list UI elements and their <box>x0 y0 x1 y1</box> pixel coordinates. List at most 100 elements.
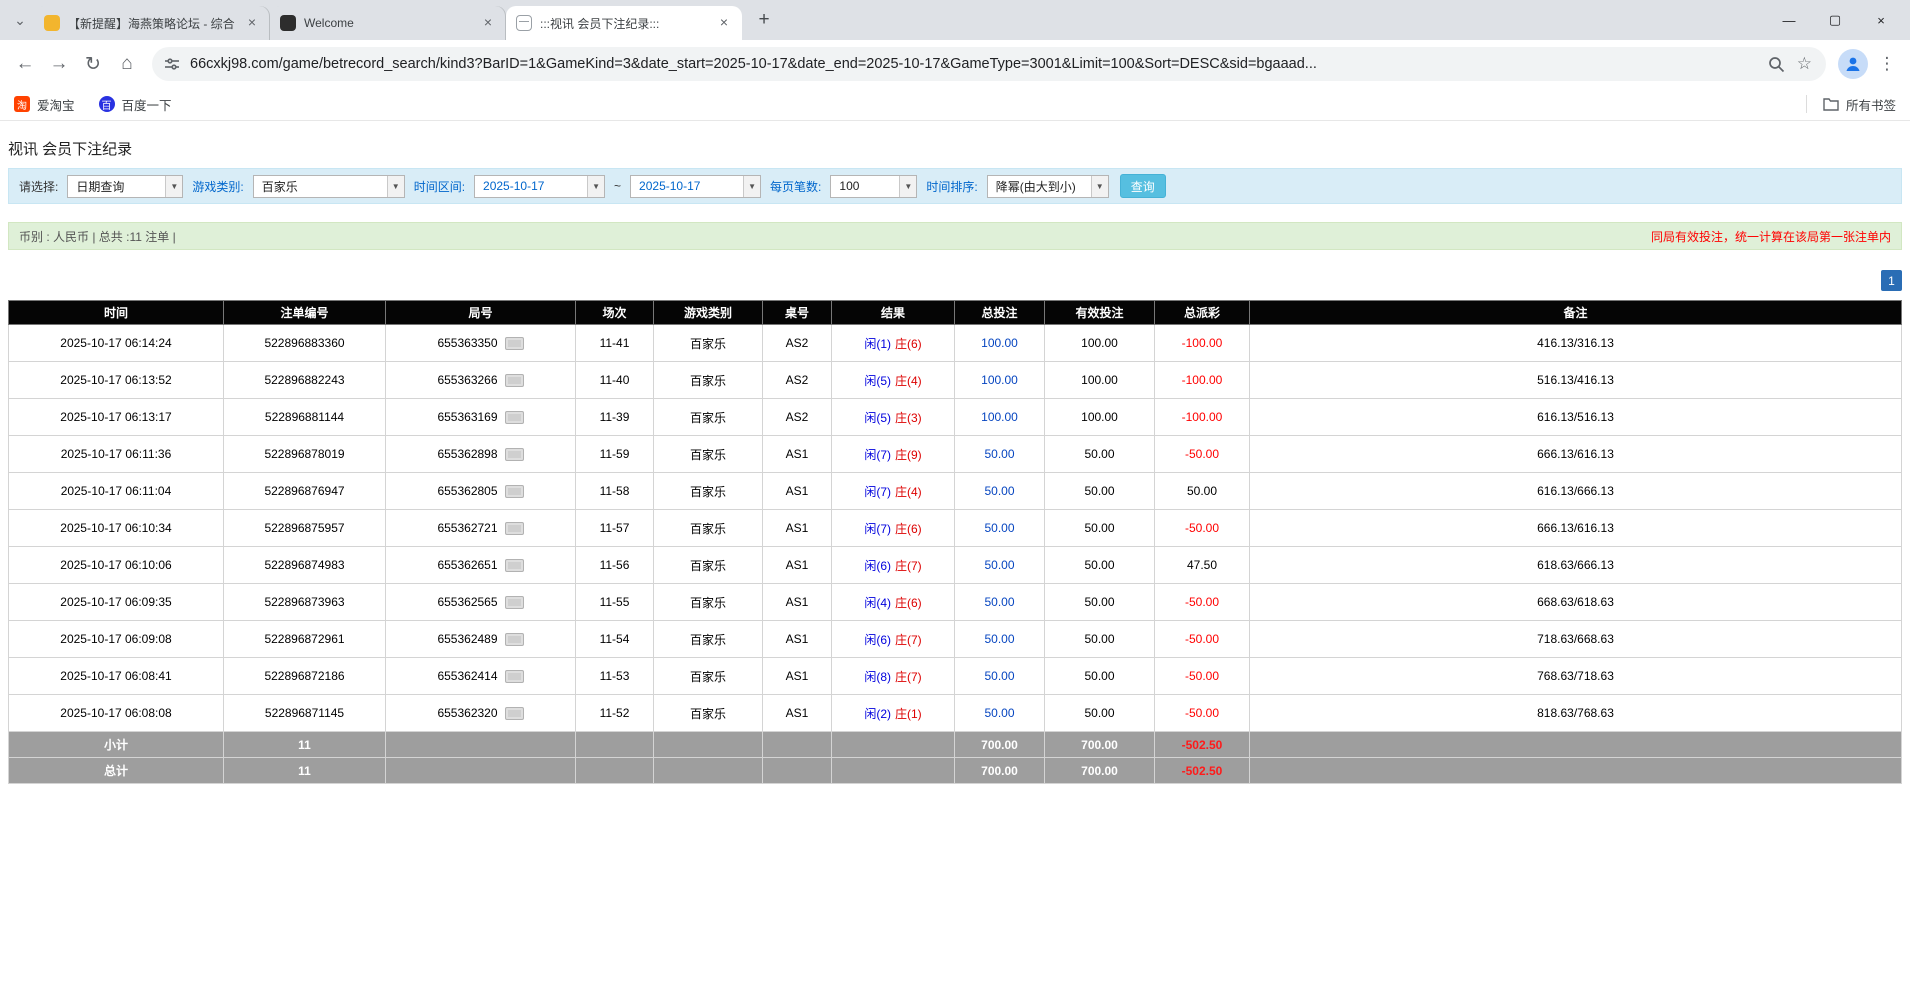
profile-avatar[interactable] <box>1838 49 1868 79</box>
round-replay-icon[interactable] <box>505 707 524 720</box>
cell-bet-id: 522896876947 <box>224 473 386 510</box>
round-replay-icon[interactable] <box>505 374 524 387</box>
tab-close-icon[interactable]: × <box>480 15 496 31</box>
dropdown-arrow-icon[interactable]: ▼ <box>587 176 604 197</box>
new-tab-button[interactable]: + <box>750 6 778 34</box>
cell-round: 655363266 <box>386 362 576 399</box>
dropdown-arrow-icon[interactable]: ▼ <box>743 176 760 197</box>
game-type-value: 百家乐 <box>254 176 387 197</box>
home-button[interactable]: ⌂ <box>110 47 144 81</box>
page-size-select[interactable]: 100 ▼ <box>830 175 917 198</box>
dropdown-arrow-icon[interactable]: ▼ <box>899 176 916 197</box>
cell-total-bet[interactable]: 100.00 <box>955 325 1045 362</box>
globe-favicon-icon <box>516 15 532 31</box>
round-replay-icon[interactable] <box>505 559 524 572</box>
cell-total-bet[interactable]: 50.00 <box>955 473 1045 510</box>
table-row: 2025-10-17 06:11:04 522896876947 6553628… <box>9 473 1902 510</box>
bookmark-taobao[interactable]: 淘 爱淘宝 <box>14 95 75 114</box>
url-text[interactable]: 66cxkj98.com/game/betrecord_search/kind3… <box>190 56 1758 72</box>
browser-menu-icon[interactable]: ⋮ <box>1872 49 1902 79</box>
cell-total-bet[interactable]: 50.00 <box>955 584 1045 621</box>
round-replay-icon[interactable] <box>505 670 524 683</box>
subtotal-payout: -502.50 <box>1155 732 1250 758</box>
round-id: 655363266 <box>437 373 497 387</box>
reload-button[interactable]: ↻ <box>76 47 110 81</box>
cell-payout: -50.00 <box>1155 436 1250 473</box>
cell-session: 11-39 <box>576 399 654 436</box>
cell-result: 闲(1)庄(6) <box>832 325 955 362</box>
result-player: 闲(5) <box>864 411 891 425</box>
bookmarks-bar: 淘 爱淘宝 百 百度一下 所有书签 <box>0 88 1910 121</box>
back-button[interactable]: ← <box>8 47 42 81</box>
site-settings-icon[interactable] <box>164 56 180 72</box>
round-replay-icon[interactable] <box>505 337 524 350</box>
game-type-label: 游戏类别: <box>192 178 243 195</box>
cell-valid-bet: 50.00 <box>1045 695 1155 732</box>
table-row: 2025-10-17 06:13:52 522896882243 6553632… <box>9 362 1902 399</box>
address-bar[interactable]: 66cxkj98.com/game/betrecord_search/kind3… <box>152 47 1826 81</box>
forward-button[interactable]: → <box>42 47 76 81</box>
game-type-select[interactable]: 百家乐 ▼ <box>253 175 405 198</box>
round-id: 655362320 <box>437 706 497 720</box>
cell-result: 闲(6)庄(7) <box>832 621 955 658</box>
result-player: 闲(7) <box>864 522 891 536</box>
cell-round: 655363169 <box>386 399 576 436</box>
tab-welcome[interactable]: Welcome × <box>270 6 506 40</box>
search-button[interactable]: 查询 <box>1120 174 1166 198</box>
cell-total-bet[interactable]: 50.00 <box>955 436 1045 473</box>
window-close-button[interactable]: × <box>1858 0 1904 40</box>
tab-close-icon[interactable]: × <box>716 15 732 31</box>
header-payout: 总派彩 <box>1155 301 1250 325</box>
header-bet-id: 注单编号 <box>224 301 386 325</box>
cell-total-bet[interactable]: 100.00 <box>955 362 1045 399</box>
date-end-input[interactable]: 2025-10-17 ▼ <box>630 175 761 198</box>
cell-total-bet[interactable]: 100.00 <box>955 399 1045 436</box>
cell-remark: 516.13/416.13 <box>1250 362 1902 399</box>
cell-remark: 818.63/768.63 <box>1250 695 1902 732</box>
all-bookmarks-button[interactable]: 所有书签 <box>1806 95 1896 113</box>
cell-total-bet[interactable]: 50.00 <box>955 695 1045 732</box>
cell-session: 11-54 <box>576 621 654 658</box>
dropdown-arrow-icon[interactable]: ▼ <box>1091 176 1108 197</box>
query-type-select[interactable]: 日期查询 ▼ <box>67 175 183 198</box>
tab-close-icon[interactable]: × <box>244 15 260 31</box>
round-replay-icon[interactable] <box>505 485 524 498</box>
cell-round: 655362651 <box>386 547 576 584</box>
result-player: 闲(4) <box>864 596 891 610</box>
dropdown-arrow-icon[interactable]: ▼ <box>387 176 404 197</box>
round-replay-icon[interactable] <box>505 633 524 646</box>
dropdown-arrow-icon[interactable]: ▼ <box>165 176 182 197</box>
round-replay-icon[interactable] <box>505 448 524 461</box>
cell-time: 2025-10-17 06:09:08 <box>9 621 224 658</box>
minimize-button[interactable]: — <box>1766 0 1812 40</box>
cell-game: 百家乐 <box>654 436 763 473</box>
lens-search-icon[interactable] <box>1768 56 1785 73</box>
cell-session: 11-59 <box>576 436 654 473</box>
cell-total-bet[interactable]: 50.00 <box>955 621 1045 658</box>
cell-time: 2025-10-17 06:08:08 <box>9 695 224 732</box>
cell-total-bet[interactable]: 50.00 <box>955 547 1045 584</box>
bookmark-baidu[interactable]: 百 百度一下 <box>99 95 172 114</box>
cell-total-bet[interactable]: 50.00 <box>955 510 1045 547</box>
cell-total-bet[interactable]: 50.00 <box>955 658 1045 695</box>
tab-bet-record[interactable]: :::视讯 会员下注纪录::: × <box>506 6 742 40</box>
date-start-input[interactable]: 2025-10-17 ▼ <box>474 175 605 198</box>
table-row: 2025-10-17 06:09:35 522896873963 6553625… <box>9 584 1902 621</box>
round-replay-icon[interactable] <box>505 411 524 424</box>
result-player: 闲(7) <box>864 485 891 499</box>
cell-remark: 416.13/316.13 <box>1250 325 1902 362</box>
round-replay-icon[interactable] <box>505 522 524 535</box>
sort-select[interactable]: 降幂(由大到小) ▼ <box>987 175 1109 198</box>
folder-icon <box>1823 97 1839 111</box>
select-label: 请选择: <box>19 178 58 195</box>
round-replay-icon[interactable] <box>505 596 524 609</box>
cell-remark: 718.63/668.63 <box>1250 621 1902 658</box>
bookmark-star-icon[interactable]: ☆ <box>1797 54 1812 74</box>
tab-forum[interactable]: 【新提醒】海燕策略论坛 - 综合 × <box>34 6 270 40</box>
cell-table-no: AS1 <box>763 510 832 547</box>
maximize-button[interactable]: ▢ <box>1812 0 1858 40</box>
round-id: 655362805 <box>437 484 497 498</box>
cell-round: 655362898 <box>386 436 576 473</box>
tab-search-chevron-icon[interactable]: ⌄ <box>6 6 34 34</box>
page-button-1[interactable]: 1 <box>1881 270 1902 291</box>
